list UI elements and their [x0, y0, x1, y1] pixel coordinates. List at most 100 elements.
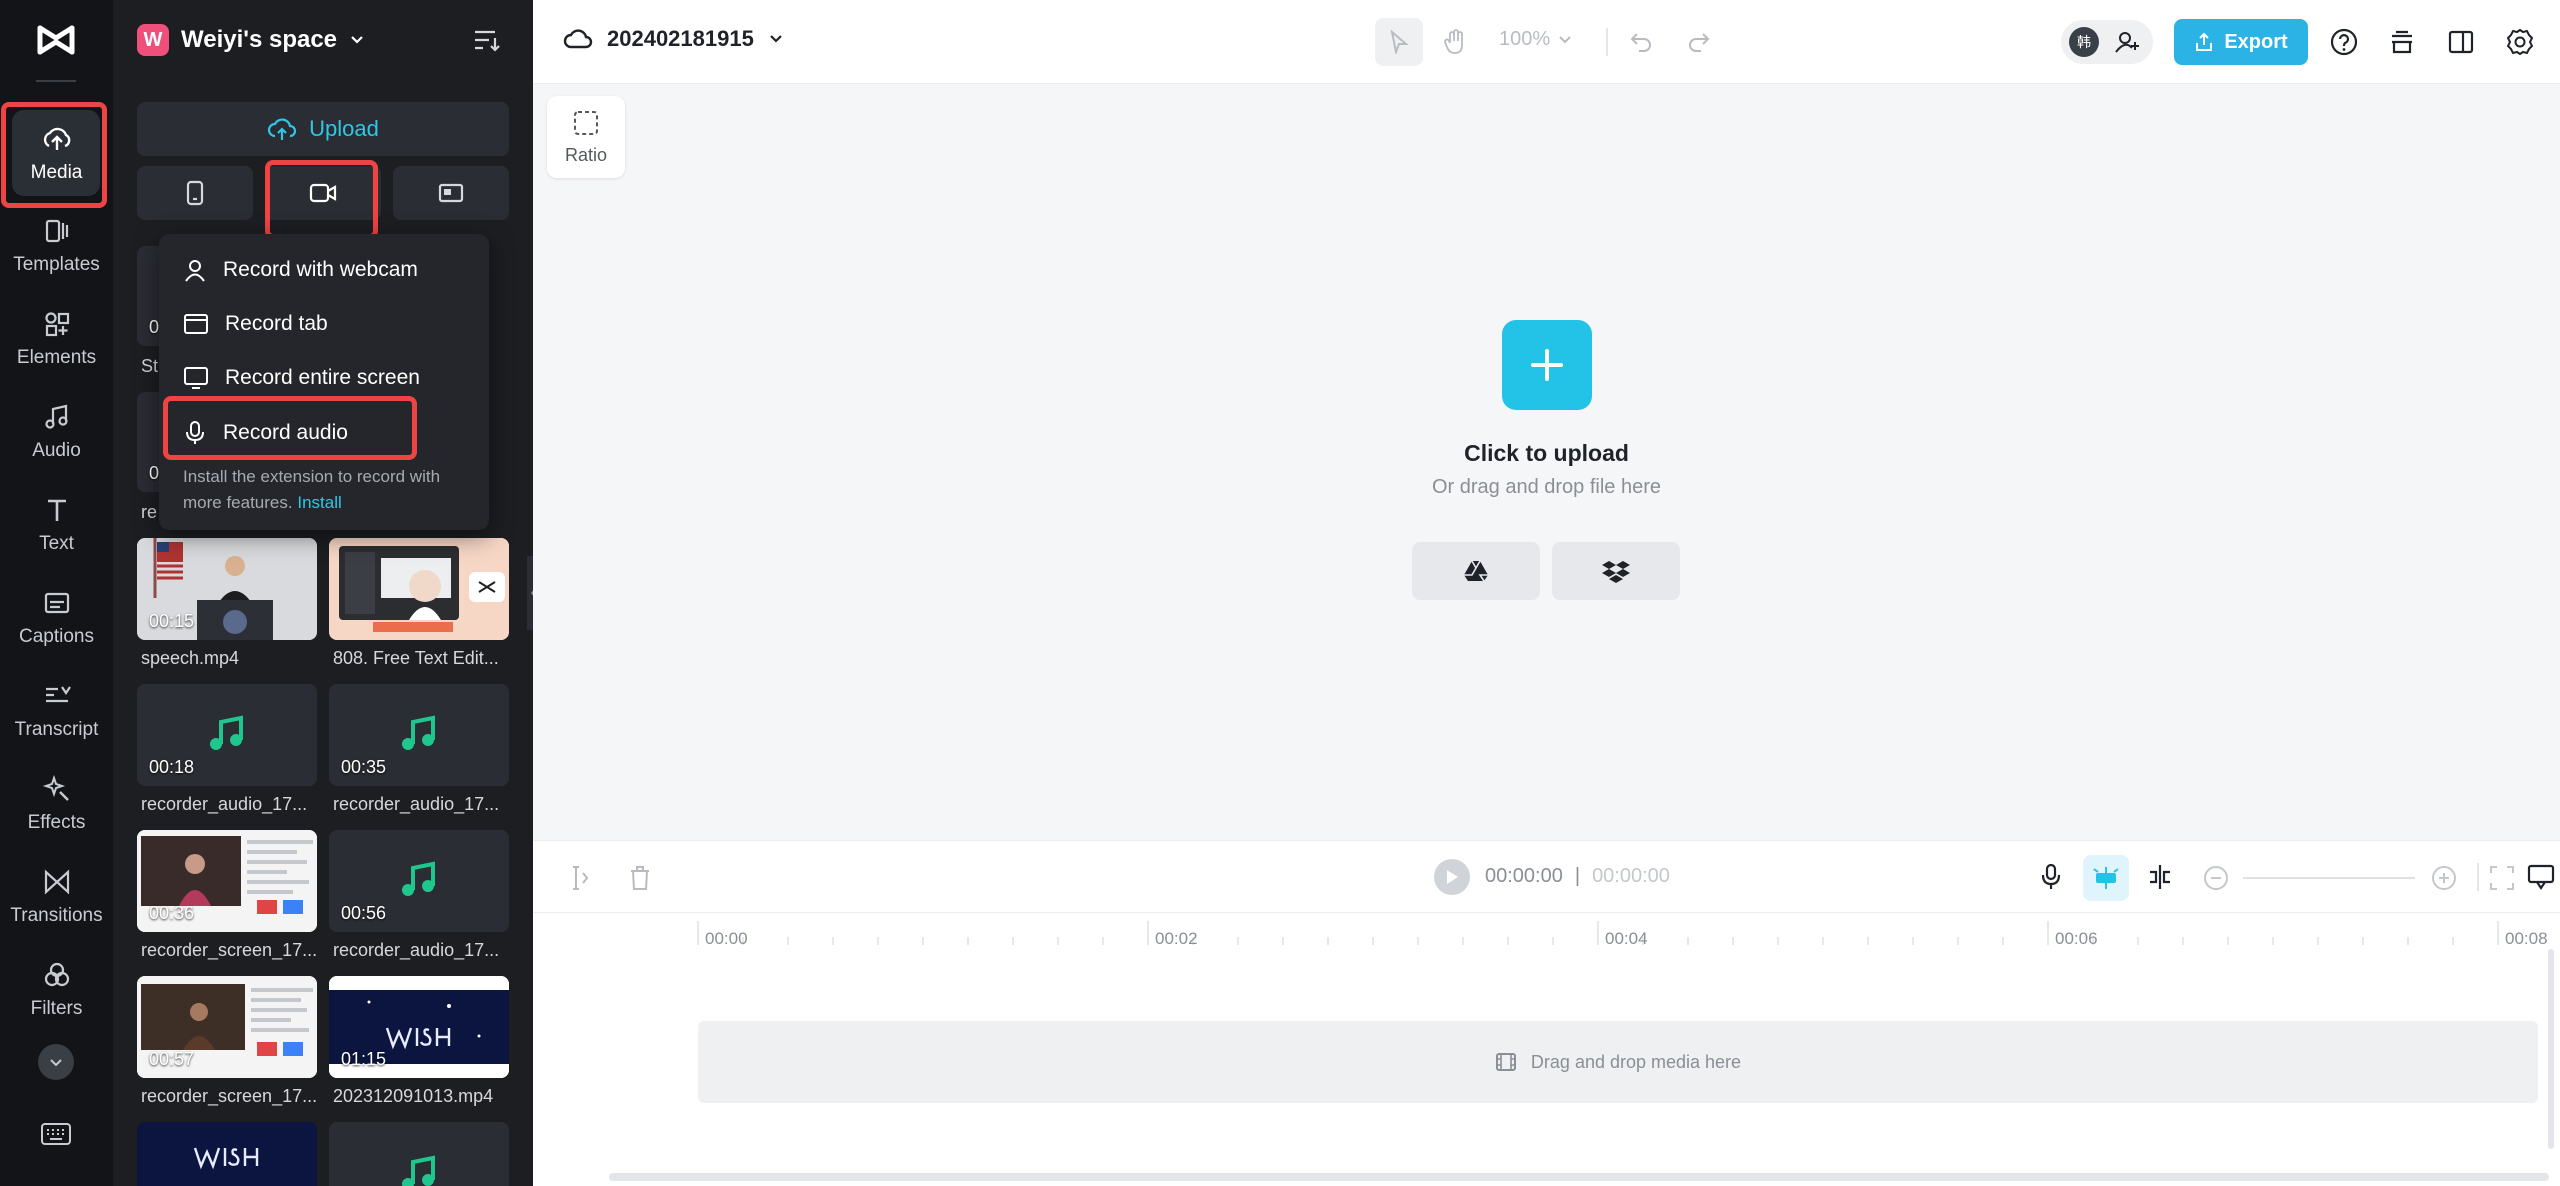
toolbar-divider — [1606, 28, 1608, 56]
elements-icon — [44, 312, 69, 337]
chevron-down-icon — [50, 1059, 62, 1067]
browser-tab-icon — [184, 314, 208, 334]
timeline-panel: 00:00:00 | 00:00:00 00:00 00:02 00:04 00… — [533, 840, 2560, 1186]
media-label: recorder_audio_17... — [333, 940, 500, 960]
ruler-tick-label: 00:08 — [2505, 929, 2548, 948]
rail-item-text[interactable]: Text — [0, 479, 113, 569]
zoom-slider[interactable] — [2243, 877, 2415, 879]
current-time: 00:00:00 — [1485, 865, 1563, 887]
comment-icon[interactable] — [2527, 863, 2555, 891]
time-separator: | — [1574, 865, 1581, 887]
hand-tool-button[interactable] — [1431, 18, 1479, 66]
media-thumbnail[interactable] — [329, 538, 509, 640]
export-button[interactable]: Export — [2174, 19, 2308, 65]
rail-item-templates[interactable]: Templates — [0, 200, 113, 290]
menu-item-label: Record with webcam — [223, 258, 418, 281]
fit-timeline-icon[interactable] — [2489, 865, 2515, 891]
dropbox-button[interactable] — [1552, 542, 1680, 600]
rail-item-effects[interactable]: Effects — [0, 758, 113, 848]
media-thumbnail[interactable]: 00:18 — [137, 684, 317, 786]
export-icon — [2196, 32, 2213, 51]
vertical-scrollbar[interactable] — [2548, 949, 2554, 1149]
magnet-snap-button[interactable] — [2083, 855, 2129, 901]
cloud-upload-icon — [268, 118, 297, 140]
menu-item-record-audio[interactable]: Record audio — [183, 420, 348, 446]
play-button[interactable] — [1434, 859, 1470, 895]
link-split-icon[interactable] — [2146, 863, 2174, 891]
media-label: recorder_audio_17... — [141, 794, 308, 814]
captions-icon — [44, 592, 69, 614]
zoom-out-icon[interactable] — [2203, 865, 2229, 891]
media-duration: 00:35 — [341, 757, 387, 777]
phone-upload-button[interactable] — [137, 166, 253, 220]
google-drive-button[interactable] — [1412, 542, 1540, 600]
rail-expand-button[interactable] — [38, 1044, 74, 1080]
capcut-logo-icon[interactable] — [36, 22, 76, 58]
left-rail: Media Templates Elements Audio Text Capt… — [0, 0, 113, 1186]
redo-icon[interactable] — [1687, 30, 1711, 52]
keyboard-icon[interactable] — [40, 1122, 72, 1146]
avatar-text: 韩 — [2077, 34, 2091, 50]
trash-icon[interactable] — [629, 865, 651, 891]
microphone-icon[interactable] — [2039, 863, 2063, 891]
project-name-selector[interactable]: 202402181915 — [563, 26, 784, 52]
space-selector[interactable]: W Weiyi's space — [137, 24, 365, 56]
media-duration: 01:15 — [341, 1049, 387, 1069]
record-button[interactable] — [265, 166, 381, 220]
media-thumbnail[interactable]: 01:15 — [329, 976, 509, 1078]
upload-plus-button[interactable] — [1502, 320, 1592, 410]
add-user-icon — [2115, 32, 2139, 53]
ratio-button[interactable]: Ratio — [547, 96, 625, 178]
install-link[interactable]: Install — [297, 493, 341, 512]
undo-icon[interactable] — [1629, 30, 1653, 52]
rail-item-audio[interactable]: Audio — [0, 386, 113, 476]
space-name: Weiyi's space — [181, 26, 338, 53]
media-thumbnail[interactable] — [329, 1122, 509, 1186]
screen-upload-button[interactable] — [393, 166, 509, 220]
screen-icon — [438, 183, 464, 203]
project-name: 202402181915 — [607, 26, 754, 51]
rail-item-label: Filters — [30, 998, 83, 1019]
rail-item-filters[interactable]: Filters — [0, 944, 113, 1034]
rail-item-transitions[interactable]: Transitions — [0, 851, 113, 941]
upload-label: Upload — [309, 116, 379, 141]
chevron-down-icon — [1559, 35, 1571, 43]
help-icon[interactable] — [2330, 28, 2358, 56]
menu-item-label: Record tab — [225, 312, 328, 335]
menu-item-label: Record audio — [223, 421, 348, 444]
timeline-dropzone[interactable]: Drag and drop media here — [698, 1021, 2538, 1103]
layout-panel-icon[interactable] — [2447, 28, 2475, 56]
gear-icon[interactable] — [2505, 27, 2535, 57]
sort-icon[interactable] — [473, 28, 501, 54]
split-icon[interactable] — [569, 865, 591, 891]
menu-item-record-screen[interactable]: Record entire screen — [183, 366, 420, 390]
media-thumbnail[interactable]: 00:57 — [137, 976, 317, 1078]
zoom-value: 100% — [1499, 28, 1551, 50]
menu-item-record-tab[interactable]: Record tab — [183, 312, 328, 336]
rail-item-label: Audio — [32, 440, 81, 461]
rail-item-label: Media — [30, 162, 83, 183]
toolbar-divider — [2477, 863, 2479, 891]
media-thumbnail[interactable]: 00:35 — [329, 684, 509, 786]
upload-title[interactable]: Click to upload — [533, 440, 2560, 467]
rail-item-captions[interactable]: Captions — [0, 572, 113, 662]
media-thumbnail[interactable]: 00:15 — [137, 538, 317, 640]
export-label: Export — [2224, 30, 2288, 53]
rail-item-media[interactable]: Media — [0, 108, 113, 198]
layers-icon[interactable] — [2388, 28, 2416, 56]
music-note-icon — [402, 715, 435, 750]
horizontal-scrollbar[interactable] — [609, 1173, 2549, 1181]
media-duration: 0 — [149, 317, 160, 337]
zoom-in-icon[interactable] — [2431, 865, 2457, 891]
media-thumbnail[interactable]: 00:36 — [137, 830, 317, 932]
rail-item-elements[interactable]: Elements — [0, 293, 113, 383]
collaborators-group[interactable]: 韩 — [2061, 20, 2153, 64]
person-icon — [185, 260, 205, 282]
select-tool-button[interactable] — [1375, 18, 1423, 66]
rail-item-transcript[interactable]: Transcript — [0, 665, 113, 755]
media-thumbnail[interactable] — [137, 1122, 317, 1186]
upload-button[interactable]: Upload — [137, 102, 509, 156]
zoom-dropdown[interactable]: 100% — [1499, 28, 1572, 51]
menu-item-record-webcam[interactable]: Record with webcam — [183, 258, 418, 282]
media-thumbnail[interactable]: 00:56 — [329, 830, 509, 932]
